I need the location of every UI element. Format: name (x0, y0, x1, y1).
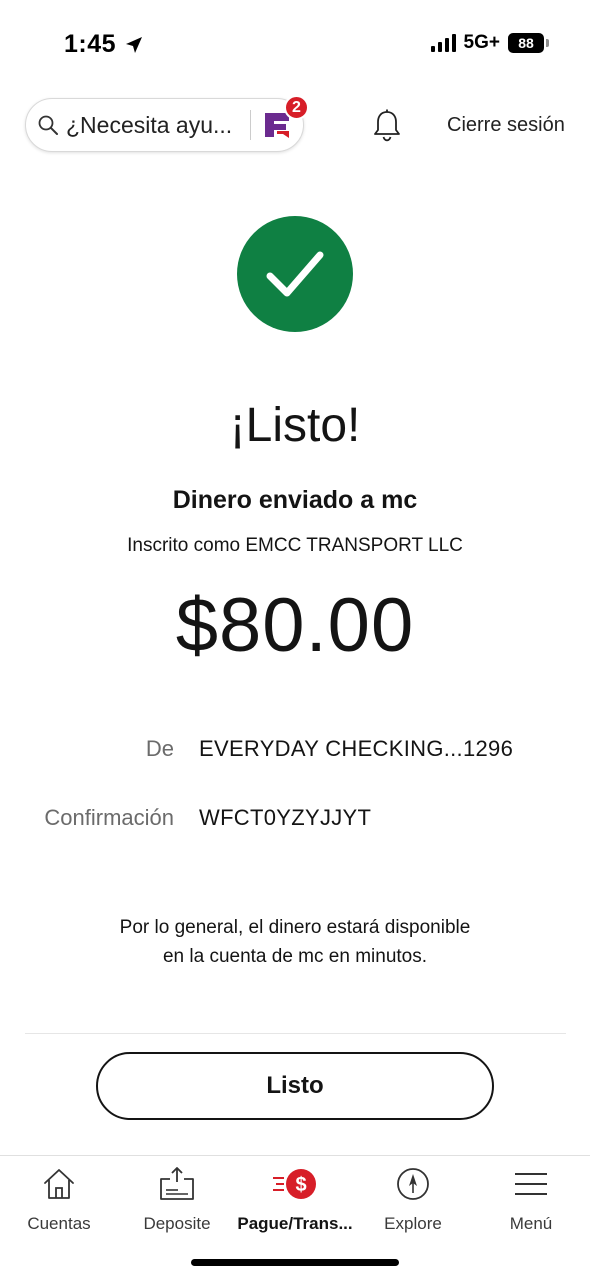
notification-badge: 2 (284, 95, 309, 120)
status-bar: 1:45 5G+ 88 (0, 0, 590, 90)
home-indicator[interactable] (191, 1259, 399, 1266)
battery-level: 88 (518, 35, 534, 51)
deposit-icon (160, 1167, 194, 1200)
svg-text:$: $ (295, 1174, 306, 1196)
page-title: ¡Listo! (229, 399, 361, 452)
nav-item-deposite[interactable]: Deposite (118, 1164, 236, 1234)
info-line-2: en la cuenta de mc en minutos. (162, 946, 428, 967)
hamburger-menu-icon (515, 1173, 547, 1195)
search-divider (250, 110, 251, 140)
virtual-assistant-button[interactable]: 2 (259, 95, 309, 143)
nav-label-menu: Menú (509, 1214, 553, 1233)
signout-link[interactable]: Cierre sesión (447, 114, 565, 137)
enrolled-as-text: Inscrito como EMCC TRANSPORT LLC (127, 535, 463, 556)
search-icon (38, 115, 58, 135)
checkmark-icon (266, 251, 324, 297)
from-account-value: EVERYDAY CHECKING...1296 (199, 736, 514, 761)
clock-text: 1:45 (64, 30, 117, 58)
nav-label-deposite: Deposite (143, 1214, 211, 1233)
info-line-1: Por lo general, el dinero estará disponi… (119, 917, 471, 938)
status-time: 1:45 (64, 30, 144, 59)
nav-item-menu[interactable]: Menú (472, 1164, 590, 1234)
nav-label-explore: Explore (384, 1214, 442, 1233)
pay-transfer-icon: $ (273, 1169, 316, 1199)
network-type: 5G+ (463, 32, 500, 53)
from-label: De (145, 736, 174, 761)
nav-item-pague-transfiera[interactable]: $ Pague/Trans... (236, 1164, 354, 1234)
confirmation-label: Confirmación (44, 805, 174, 830)
recipient-subtitle: Dinero enviado a mc (172, 486, 418, 514)
battery-icon: 88 (508, 33, 549, 53)
search-placeholder: ¿Necesita ayu... (66, 111, 233, 138)
availability-info: Por lo general, el dinero estará disponi… (60, 913, 530, 971)
nav-label-pague-transfiera: Pague/Trans... (237, 1214, 353, 1233)
done-button[interactable]: Listo (96, 1052, 494, 1120)
compass-icon (397, 1168, 429, 1200)
section-divider (25, 1033, 566, 1034)
cellular-signal-icon (430, 34, 456, 52)
status-indicators: 5G+ 88 (430, 32, 549, 54)
help-search-input[interactable]: ¿Necesita ayu... 2 (25, 95, 309, 152)
bell-icon (374, 109, 400, 142)
nav-label-cuentas: Cuentas (27, 1214, 91, 1233)
house-icon (44, 1169, 74, 1199)
nav-item-cuentas[interactable]: Cuentas (0, 1164, 118, 1234)
app-header: ¿Necesita ayu... 2 Cierre sesión (0, 95, 590, 156)
notifications-button[interactable] (371, 108, 403, 149)
location-arrow-icon (126, 36, 143, 53)
confirmation-number-value: WFCT0YZYJJYT (199, 805, 372, 830)
success-check-icon (237, 216, 353, 332)
nav-item-explore[interactable]: Explore (354, 1164, 472, 1234)
transfer-amount: $80.00 (175, 583, 415, 668)
